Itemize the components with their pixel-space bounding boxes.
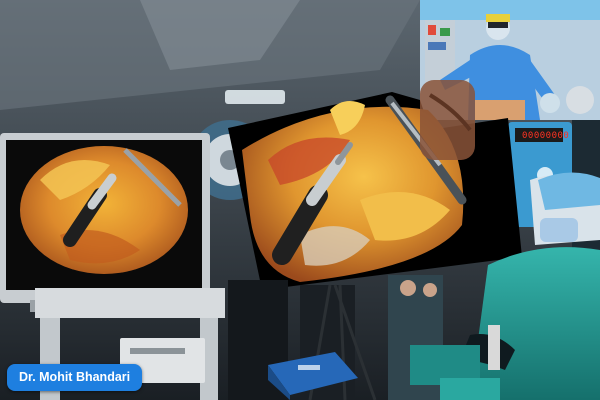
operating-room-scene: 00000000 Dr. Mohit Bhandari — [0, 0, 600, 400]
operating-room-illustration — [0, 0, 600, 400]
device-led-display: 00000000 — [522, 131, 570, 141]
presenter-name-badge: Dr. Mohit Bhandari — [7, 364, 143, 391]
